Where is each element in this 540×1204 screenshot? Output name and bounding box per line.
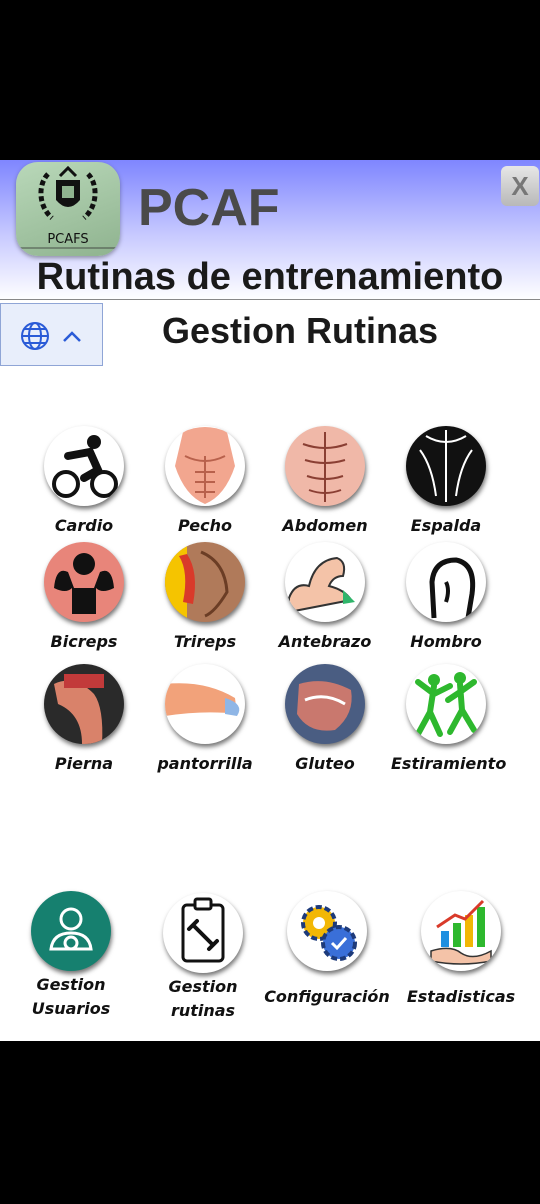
menu-estadisticas[interactable]: Estadisticas	[396, 891, 526, 1009]
biceps-icon	[54, 553, 114, 614]
muscle-abdomen[interactable]: Abdomen	[270, 426, 380, 535]
muscle-label: Pierna	[54, 754, 114, 773]
glutes-icon	[297, 681, 352, 731]
muscle-label: Espalda	[410, 516, 482, 535]
muscle-gluteo[interactable]: Gluteo	[270, 664, 380, 773]
menu-label-line2: Usuarios	[31, 999, 111, 1018]
muscle-label: Hombro	[410, 632, 482, 651]
muscle-hombro[interactable]: Hombro	[391, 542, 501, 651]
gears-icon	[301, 905, 357, 961]
muscle-label: Abdomen	[282, 516, 368, 535]
header: PCAFS PCAF X Rutinas de entrenamiento	[0, 160, 540, 300]
back-icon	[419, 430, 473, 502]
app-logo: PCAFS	[16, 162, 120, 256]
triceps-icon	[165, 542, 229, 622]
header-divider	[0, 299, 540, 300]
forearm-icon	[288, 556, 355, 614]
muscle-espalda[interactable]: Espalda	[391, 426, 501, 535]
leg-icon	[54, 674, 104, 744]
muscle-label: Antebrazo	[278, 632, 372, 651]
stats-chart-icon	[430, 899, 492, 965]
menu-configuracion[interactable]: Configuración	[262, 891, 392, 1009]
muscle-pecho[interactable]: Pecho	[150, 426, 260, 535]
app-brand: PCAF	[138, 179, 280, 237]
muscle-pierna[interactable]: Pierna	[29, 664, 139, 773]
language-selector[interactable]	[0, 303, 103, 366]
menu-label-line1: Gestion	[36, 975, 106, 994]
laurel-shield-icon	[38, 165, 98, 220]
muscle-bicreps[interactable]: Bicreps	[29, 542, 139, 651]
app-screen: PCAFS PCAF X Rutinas de entrenamiento Ge…	[0, 160, 540, 1041]
stretching-icon	[415, 672, 477, 737]
calf-icon	[165, 683, 240, 716]
muscle-trireps[interactable]: Trireps	[150, 542, 260, 651]
page-title: Rutinas de entrenamiento	[36, 256, 504, 298]
clipboard-dumbbell-icon	[181, 897, 225, 963]
muscle-estiramiento[interactable]: Estiramiento	[391, 664, 507, 773]
menu-gestion-usuarios[interactable]: Gestion Usuarios	[6, 891, 136, 1021]
menu-gestion-rutinas[interactable]: Gestion rutinas	[138, 893, 268, 1023]
globe-icon	[21, 322, 49, 350]
muscle-label: pantorrilla	[157, 754, 253, 773]
muscle-label: Cardio	[54, 516, 114, 535]
abs-icon	[302, 432, 348, 502]
shoulder-icon	[429, 557, 476, 619]
muscle-cardio[interactable]: Cardio	[29, 426, 139, 535]
muscle-label: Bicreps	[50, 632, 118, 651]
menu-label: Gestion rutinas	[138, 975, 268, 1023]
muscle-antebrazo[interactable]: Antebrazo	[270, 542, 380, 651]
chevron-up-icon	[63, 331, 81, 342]
logo-text: PCAFS	[47, 232, 89, 247]
cycling-icon	[52, 435, 118, 498]
muscle-pantorrilla[interactable]: pantorrilla	[150, 664, 260, 773]
menu-label: Estadisticas	[406, 987, 516, 1006]
muscle-label: Pecho	[177, 516, 232, 535]
chest-icon	[175, 427, 235, 504]
muscle-label: Estiramiento	[391, 754, 507, 773]
menu-label: Configuración	[264, 987, 390, 1006]
muscle-label: Gluteo	[295, 754, 355, 773]
user-settings-icon	[49, 907, 93, 951]
menu-label-line1: Gestion	[168, 977, 238, 996]
menu-label-line2: rutinas	[170, 1001, 236, 1020]
logo-underline	[20, 247, 116, 249]
menu-label: Gestion Usuarios	[6, 973, 136, 1021]
muscle-label: Trireps	[173, 632, 237, 651]
close-button[interactable]: X	[501, 166, 539, 206]
